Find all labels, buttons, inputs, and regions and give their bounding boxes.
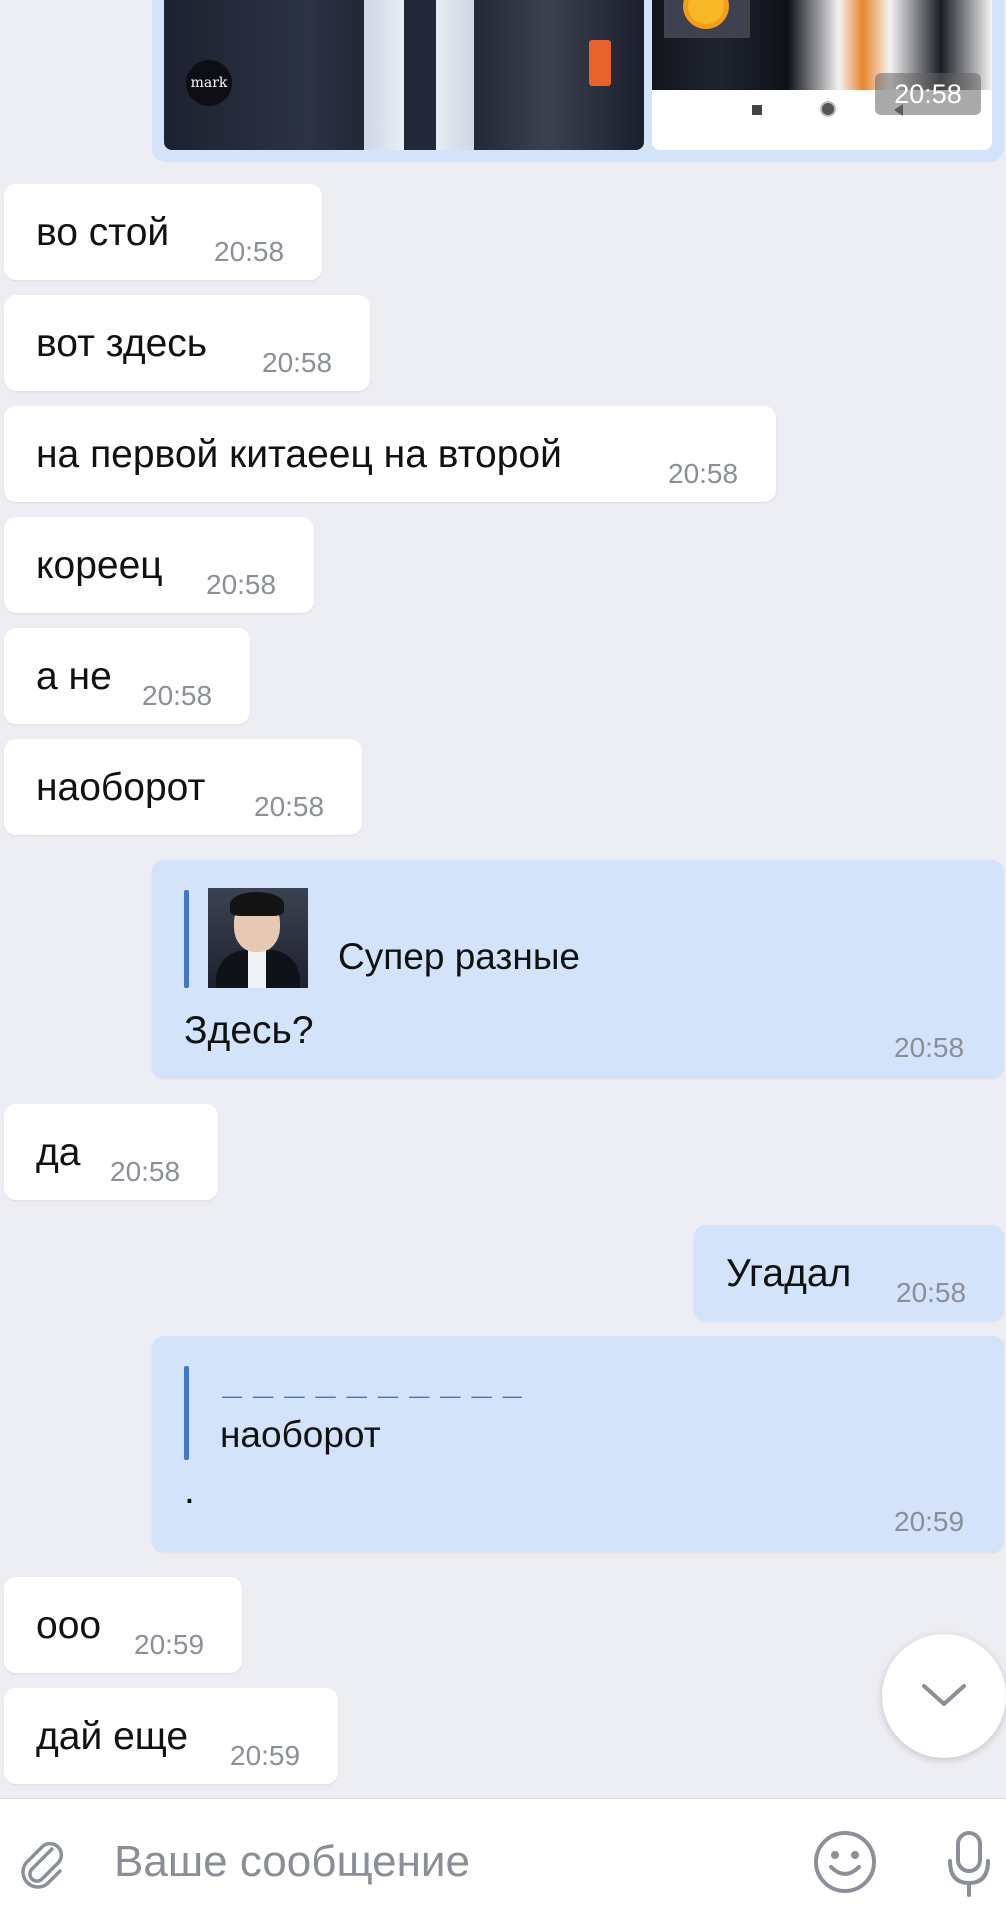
chat-history[interactable]: mark 20:58 во стой 20:58 вот здесь 20:58…	[0, 0, 1006, 1798]
message-text: дай еще	[36, 1715, 189, 1758]
message-text: на первой китаеец на второй	[36, 433, 562, 476]
message-text: вот здесь	[36, 322, 208, 365]
incoming-message[interactable]: во стой 20:58	[4, 184, 322, 280]
incoming-message[interactable]: ооо 20:59	[4, 1577, 242, 1673]
incoming-message[interactable]: а не 20:58	[4, 628, 250, 724]
incoming-message[interactable]: вот здесь 20:58	[4, 295, 370, 391]
reply-quoted-text: наоборот	[220, 1414, 381, 1455]
nav-recents-icon	[752, 105, 762, 115]
message-composer	[0, 1798, 1006, 1921]
screenshot-attachment[interactable]: 20:58	[652, 0, 992, 150]
message-time: 20:58	[254, 791, 325, 822]
message-time: 20:58	[894, 1032, 965, 1063]
message-time: 20:58	[214, 236, 285, 267]
message-text: наоборот	[36, 766, 206, 809]
message-time: 20:58	[875, 73, 981, 115]
message-input[interactable]	[112, 1829, 756, 1895]
message-text: да	[36, 1131, 81, 1174]
photo-message[interactable]: mark 20:58	[152, 0, 1004, 162]
reply-quote-bar	[184, 890, 189, 988]
message-time: 20:58	[142, 680, 213, 711]
incoming-message[interactable]: наоборот 20:58	[4, 739, 362, 835]
message-time: 20:59	[230, 1740, 301, 1771]
message-text: Угадал	[726, 1252, 852, 1295]
message-time: 20:59	[894, 1506, 965, 1537]
message-text: ооо	[36, 1604, 102, 1647]
incoming-message[interactable]: кореец 20:58	[4, 517, 314, 613]
message-time: 20:58	[110, 1156, 181, 1187]
message-text: во стой	[36, 211, 170, 254]
photo-attachment[interactable]: mark	[164, 0, 644, 150]
reply-author-name[interactable]: ▂ ▂ ▂ ▂ ▂ ▂	[338, 886, 458, 900]
message-time: 20:59	[134, 1629, 205, 1660]
paperclip-icon[interactable]	[14, 1835, 70, 1891]
sticker-image	[664, 0, 750, 38]
outgoing-reply-message[interactable]: ▂ ▂ ▂ ▂ ▂ ▂ ▂ ▂ ▂ ▂ наоборот . 20:59	[152, 1336, 1004, 1552]
message-text: а не	[36, 655, 112, 698]
message-time: 20:58	[206, 569, 277, 600]
message-text: кореец	[36, 544, 163, 587]
message-time: 20:58	[668, 458, 739, 489]
reply-quote-bar	[184, 1366, 189, 1460]
logo-badge: mark	[186, 60, 232, 106]
reply-quoted-text: Супер разные	[338, 936, 580, 977]
incoming-message[interactable]: да 20:58	[4, 1104, 218, 1200]
nav-home-icon	[822, 103, 834, 115]
scroll-to-bottom-button[interactable]	[882, 1634, 1006, 1758]
message-text: Здесь?	[184, 1009, 314, 1052]
message-time: 20:58	[896, 1277, 967, 1308]
outgoing-reply-message[interactable]: ▂ ▂ ▂ ▂ ▂ ▂ Супер разные Здесь? 20:58	[152, 860, 1004, 1078]
message-time: 20:58	[262, 347, 333, 378]
smiley-icon[interactable]	[812, 1829, 878, 1895]
message-text: .	[184, 1469, 195, 1512]
reply-author-name[interactable]: ▂ ▂ ▂ ▂ ▂ ▂ ▂ ▂ ▂ ▂	[222, 1384, 522, 1398]
incoming-message[interactable]: на первой китаеец на второй 20:58	[4, 406, 776, 502]
incoming-message[interactable]: дай еще 20:59	[4, 1688, 338, 1784]
microphone-icon[interactable]	[944, 1829, 994, 1899]
reply-thumbnail[interactable]	[208, 888, 308, 988]
chevron-down-icon	[922, 1684, 966, 1706]
outgoing-message[interactable]: Угадал 20:58	[694, 1225, 1004, 1321]
